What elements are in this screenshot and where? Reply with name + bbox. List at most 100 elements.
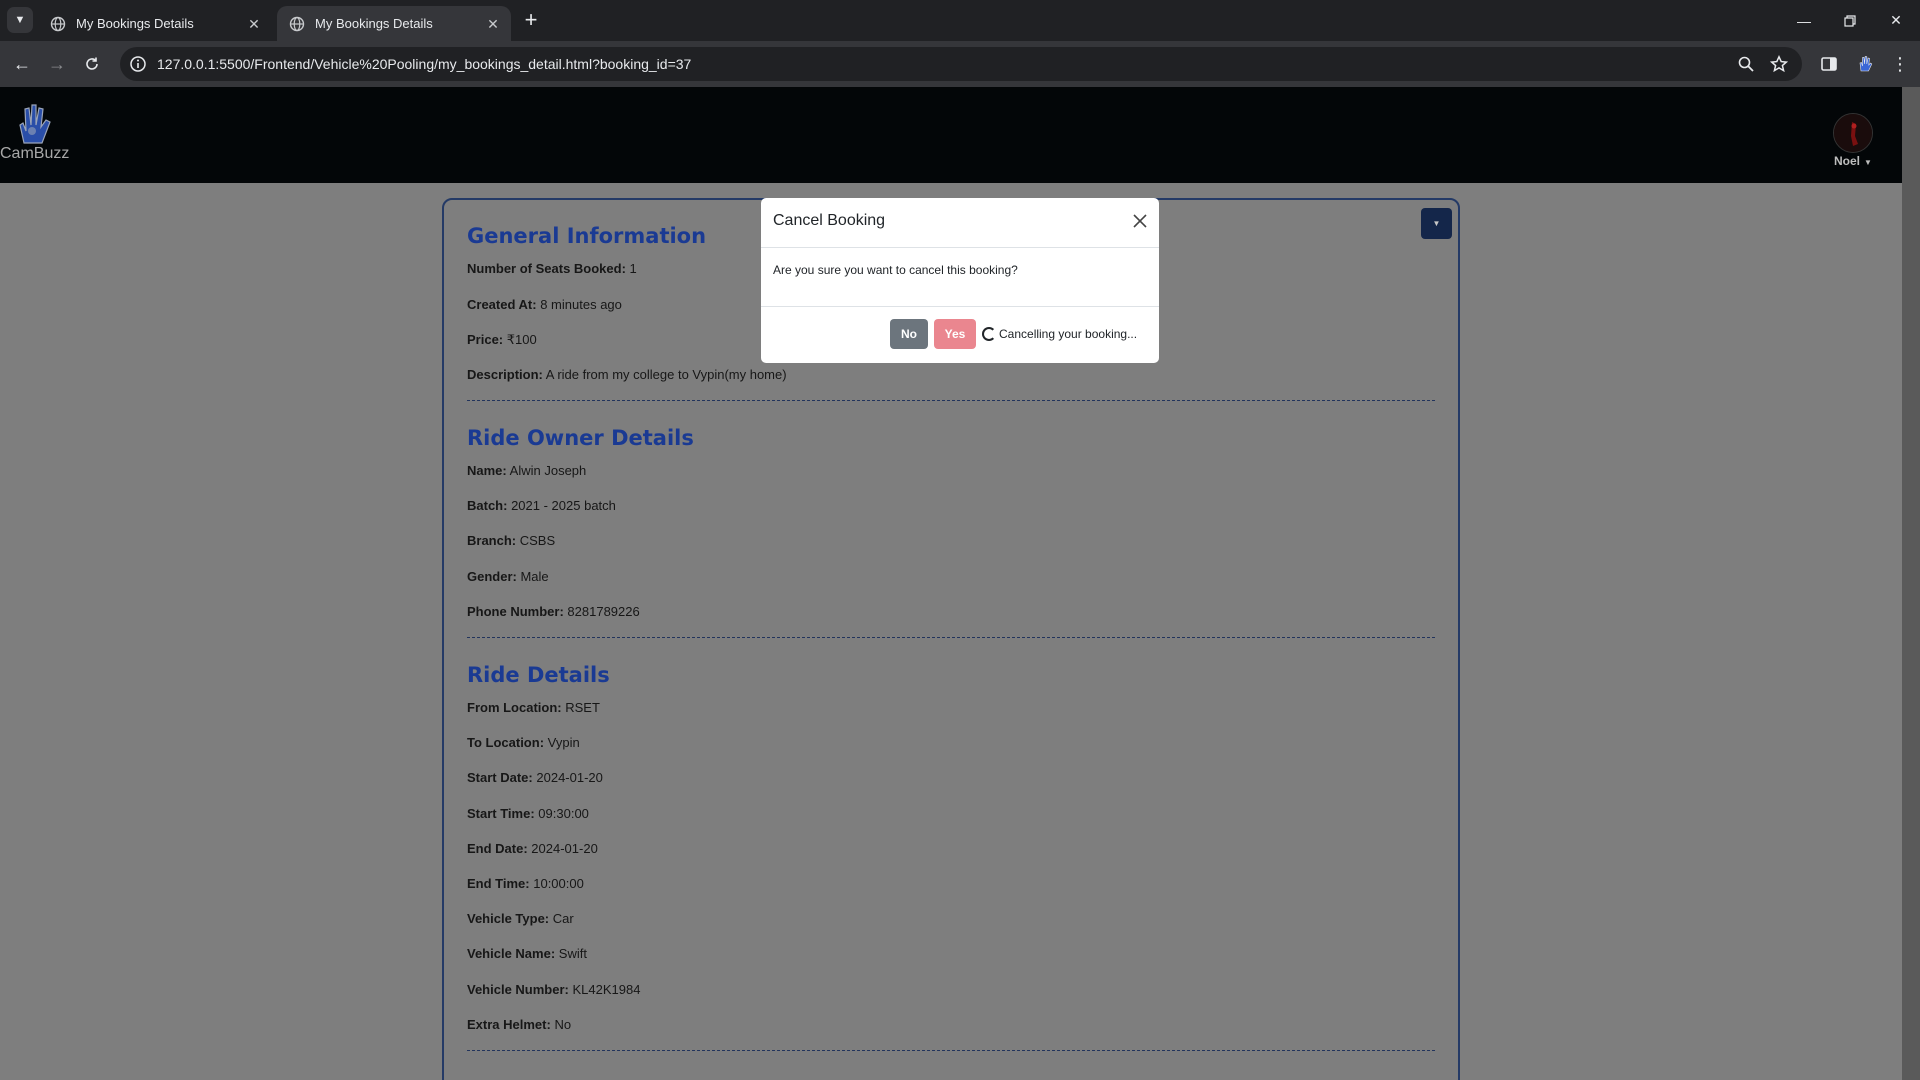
field-owner-phone: Phone Number: 8281789226 <box>467 604 640 619</box>
field-label: Number of Seats Booked: <box>467 261 626 276</box>
tab-close-icon[interactable]: ✕ <box>485 16 501 32</box>
field-to-location: To Location: Vypin <box>467 735 580 750</box>
yes-button[interactable]: Yes <box>934 319 976 349</box>
field-label: Batch: <box>467 498 508 513</box>
brand-name[interactable]: CamBuzz <box>0 145 69 163</box>
field-value: Car <box>552 911 574 926</box>
username-label: Noel <box>1834 154 1861 168</box>
section-divider <box>467 400 1435 401</box>
field-value: A ride from my college to Vypin(my home) <box>545 367 787 382</box>
forward-icon[interactable]: → <box>42 49 72 79</box>
field-price: Price: ₹100 <box>467 332 537 348</box>
loading-spinner-icon <box>982 327 996 341</box>
cambuzz-logo-icon[interactable] <box>10 101 60 145</box>
minimize-icon[interactable]: — <box>1781 0 1827 41</box>
field-label: End Time: <box>467 876 530 891</box>
field-owner-gender: Gender: Male <box>467 569 549 584</box>
field-description: Description: A ride from my college to V… <box>467 367 787 382</box>
field-label: Gender: <box>467 569 517 584</box>
page-scrollbar[interactable] <box>1902 87 1920 1080</box>
close-icon[interactable] <box>1131 212 1149 230</box>
field-value: Male <box>520 569 549 584</box>
field-label: End Date: <box>467 841 528 856</box>
field-value: Vypin <box>547 735 580 750</box>
modal-title: Cancel Booking <box>773 212 886 229</box>
field-value: No <box>554 1017 572 1032</box>
field-label: Start Time: <box>467 806 535 821</box>
field-value: Alwin Joseph <box>509 463 587 478</box>
field-owner-name: Name: Alwin Joseph <box>467 463 586 478</box>
chevron-down-icon: ▼ <box>1432 219 1441 228</box>
field-vehicle-number: Vehicle Number: KL42K1984 <box>467 982 640 997</box>
tab-title: My Bookings Details <box>315 16 433 31</box>
tab-search-chevron-icon[interactable]: ▼ <box>7 7 33 33</box>
user-avatar[interactable] <box>1833 113 1873 153</box>
field-label: Vehicle Number: <box>467 982 569 997</box>
field-value: 8 minutes ago <box>540 297 622 312</box>
field-value: 2021 - 2025 batch <box>511 498 616 513</box>
field-value: KL42K1984 <box>572 982 641 997</box>
site-info-icon[interactable] <box>129 55 147 73</box>
globe-icon <box>50 16 66 31</box>
field-value: CSBS <box>519 533 556 548</box>
field-label: Vehicle Type: <box>467 911 550 926</box>
section-title-owner: Ride Owner Details <box>467 426 694 450</box>
modal-divider <box>761 247 1159 248</box>
cancelling-status: Cancelling your booking... <box>999 327 1138 341</box>
restore-icon[interactable] <box>1827 0 1873 41</box>
field-label: Price: <box>467 332 504 347</box>
field-end-time: End Time: 10:00:00 <box>467 876 584 891</box>
card-dropdown-button[interactable]: ▼ <box>1421 208 1452 239</box>
field-value: ₹100 <box>506 332 537 347</box>
field-extra-helmet: Extra Helmet: No <box>467 1017 571 1032</box>
field-label: Name: <box>467 463 507 478</box>
reload-icon[interactable] <box>77 49 107 79</box>
chevron-down-icon: ▼ <box>1864 158 1872 167</box>
tab-title: My Bookings Details <box>76 16 194 31</box>
section-divider <box>467 1050 1435 1051</box>
field-label: Description: <box>467 367 543 382</box>
field-label: Phone Number: <box>467 604 564 619</box>
back-icon[interactable]: ← <box>7 49 37 79</box>
field-value: Swift <box>558 946 587 961</box>
field-owner-branch: Branch: CSBS <box>467 533 555 548</box>
no-button[interactable]: No <box>890 319 928 349</box>
field-label: Vehicle Name: <box>467 946 556 961</box>
user-menu-toggle[interactable]: Noel ▼ <box>1834 154 1872 168</box>
side-panel-icon[interactable] <box>1819 54 1839 74</box>
window-close-icon[interactable]: ✕ <box>1873 0 1919 41</box>
globe-icon <box>289 16 305 31</box>
browser-menu-icon[interactable]: ⋮ <box>1890 54 1910 74</box>
tab-close-icon[interactable]: ✕ <box>246 16 262 32</box>
field-value: 1 <box>629 261 637 276</box>
section-divider <box>467 637 1435 638</box>
field-end-date: End Date: 2024-01-20 <box>467 841 598 856</box>
bookmark-star-icon[interactable] <box>1770 55 1788 73</box>
site-header: CamBuzz Noel ▼ <box>0 87 1902 183</box>
section-title-general: General Information <box>467 224 707 248</box>
extension-hand-icon[interactable] <box>1855 54 1875 74</box>
field-label: To Location: <box>467 735 545 750</box>
field-vehicle-name: Vehicle Name: Swift <box>467 946 587 961</box>
field-owner-batch: Batch: 2021 - 2025 batch <box>467 498 616 513</box>
section-title-ride: Ride Details <box>467 663 610 687</box>
field-label: From Location: <box>467 700 562 715</box>
field-label: Extra Helmet: <box>467 1017 551 1032</box>
field-start-date: Start Date: 2024-01-20 <box>467 770 603 785</box>
address-bar[interactable]: 127.0.0.1:5500/Frontend/Vehicle%20Poolin… <box>120 47 1802 81</box>
field-value: RSET <box>565 700 600 715</box>
field-value: 8281789226 <box>567 604 640 619</box>
field-start-time: Start Time: 09:30:00 <box>467 806 589 821</box>
zoom-icon[interactable] <box>1737 55 1755 73</box>
new-tab-button[interactable]: + <box>518 8 544 34</box>
browser-tabstrip: ▼ My Bookings Details ✕ My Bookings Deta… <box>0 0 1920 41</box>
field-value: 09:30:00 <box>538 806 589 821</box>
browser-tab-2[interactable]: My Bookings Details ✕ <box>277 6 511 41</box>
field-created-at: Created At: 8 minutes ago <box>467 297 622 312</box>
url-text: 127.0.0.1:5500/Frontend/Vehicle%20Poolin… <box>157 56 692 72</box>
cancel-booking-modal: Cancel Booking Are you sure you want to … <box>761 198 1159 363</box>
field-vehicle-type: Vehicle Type: Car <box>467 911 574 926</box>
browser-tab-1[interactable]: My Bookings Details ✕ <box>38 6 272 41</box>
field-label: Branch: <box>467 533 517 548</box>
field-value: 10:00:00 <box>533 876 584 891</box>
